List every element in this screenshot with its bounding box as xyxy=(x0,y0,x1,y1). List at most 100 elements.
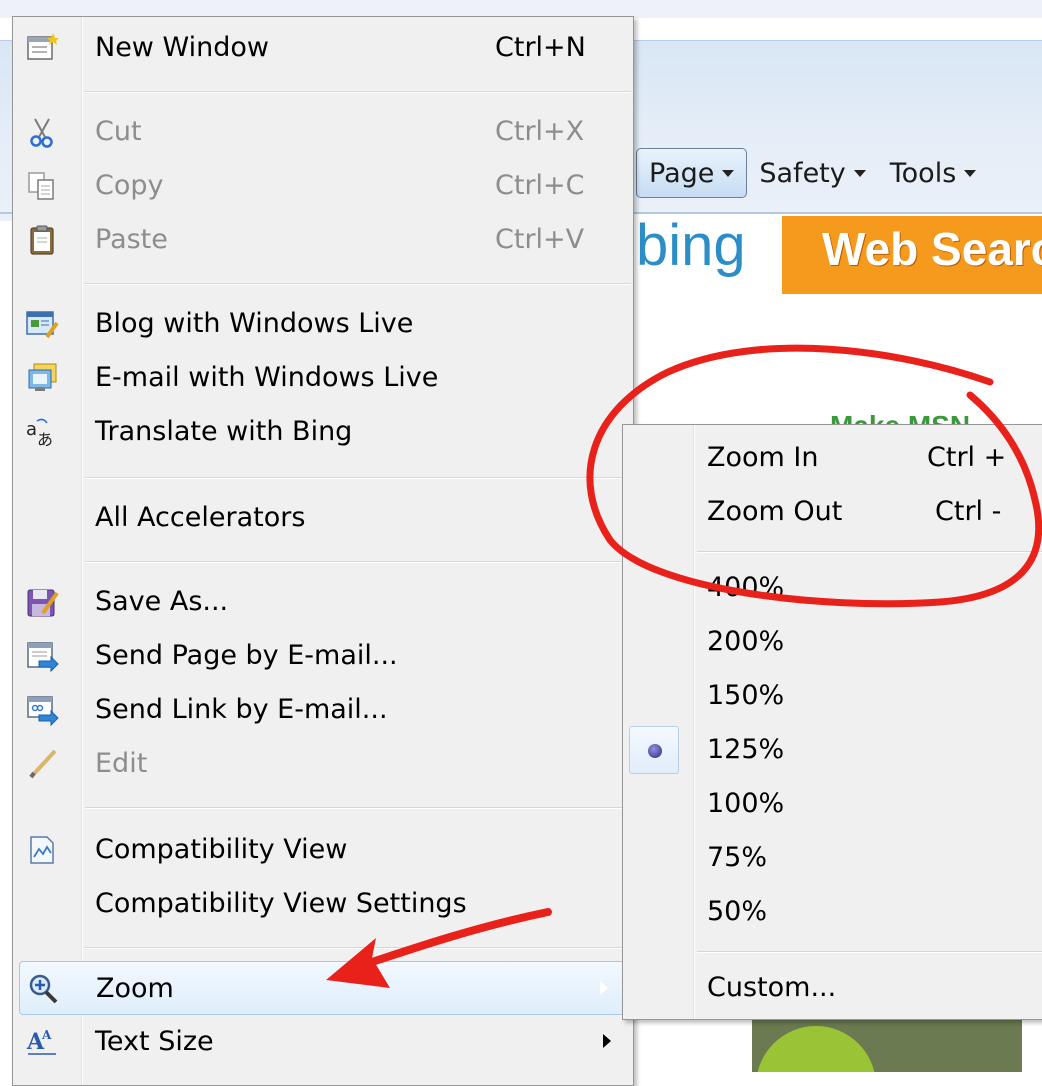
menu-item-label: Save As... xyxy=(95,586,229,617)
menu-item-save-as[interactable]: Save As... xyxy=(13,575,633,629)
menu-item-translate-bing[interactable]: a あ Translate with Bing xyxy=(13,405,633,459)
bing-logo[interactable]: bing xyxy=(632,216,784,294)
menu-item-label: New Window xyxy=(95,32,269,63)
menu-separator xyxy=(85,807,631,809)
menu-separator xyxy=(85,561,631,563)
menu-item-text-size[interactable]: A A Text Size xyxy=(13,1015,633,1069)
menu-item-label: Edit xyxy=(95,748,148,779)
menu-item-label: Compatibility View Settings xyxy=(95,888,467,919)
zoom-level-100[interactable]: 100% xyxy=(623,777,1042,831)
menu-item-shortcut: Ctrl+C xyxy=(495,170,585,201)
menu-separator xyxy=(85,283,631,285)
email-live-icon xyxy=(28,363,57,391)
clipboard-icon xyxy=(30,225,54,255)
menu-item-label: Translate with Bing xyxy=(95,416,353,447)
menu-item-cut[interactable]: Cut Ctrl+X xyxy=(13,105,633,159)
magnifier-zoom-icon xyxy=(29,974,58,1004)
menu-item-label: Zoom xyxy=(96,973,174,1004)
menu-item-edit[interactable]: Edit xyxy=(13,737,633,791)
send-page-icon xyxy=(27,642,59,673)
menu-item-new-window[interactable]: New Window Ctrl+N xyxy=(13,21,633,75)
zoom-out-item[interactable]: Zoom Out Ctrl - xyxy=(623,485,1042,539)
dropdown-caret-icon xyxy=(722,169,735,177)
menu-separator xyxy=(697,551,1042,553)
selected-radio-indicator xyxy=(629,726,679,774)
menu-item-zoom[interactable]: Zoom xyxy=(19,961,625,1015)
zoom-level-75[interactable]: 75% xyxy=(623,831,1042,885)
menu-item-paste[interactable]: Paste Ctrl+V xyxy=(13,213,633,267)
blog-icon xyxy=(26,311,59,339)
menu-item-label: 200% xyxy=(707,626,785,657)
menu-item-compatibility-view[interactable]: Compatibility View xyxy=(13,823,633,877)
menu-item-compatibility-view-settings[interactable]: Compatibility View Settings xyxy=(13,877,633,931)
radio-dot-icon xyxy=(648,744,662,758)
menu-item-label: 125% xyxy=(707,734,785,765)
tools-menu-label: Tools xyxy=(889,157,957,189)
zoom-level-125[interactable]: 125% xyxy=(623,723,1042,777)
menu-item-label: Cut xyxy=(95,116,142,147)
android-thumbnail[interactable] xyxy=(752,1020,1022,1072)
menu-item-send-link-email[interactable]: Send Link by E-mail... xyxy=(13,683,633,737)
svg-text:あ: あ xyxy=(37,430,53,449)
compatibility-view-icon xyxy=(30,836,54,864)
svg-text:a: a xyxy=(26,419,37,440)
menu-item-shortcut: Ctrl - xyxy=(935,496,1002,527)
menu-item-label: Send Link by E-mail... xyxy=(95,694,388,725)
zoom-level-150[interactable]: 150% xyxy=(623,669,1042,723)
menu-item-label: Text Size xyxy=(95,1026,214,1057)
menu-item-shortcut: Ctrl + xyxy=(927,442,1007,473)
menu-item-shortcut: Ctrl+V xyxy=(495,224,585,255)
menu-separator xyxy=(85,947,631,949)
menu-item-label: 100% xyxy=(707,788,785,819)
menu-item-label: Zoom In xyxy=(707,442,819,473)
zoom-submenu: Zoom In Ctrl + Zoom Out Ctrl - 400% 200%… xyxy=(622,424,1042,1020)
menu-item-label: Send Page by E-mail... xyxy=(95,640,398,671)
zoom-level-200[interactable]: 200% xyxy=(623,615,1042,669)
zoom-in-item[interactable]: Zoom In Ctrl + xyxy=(623,431,1042,485)
menu-item-all-accelerators[interactable]: All Accelerators xyxy=(13,491,633,545)
menu-item-label: Paste xyxy=(95,224,168,255)
banner-text: Web Search xyxy=(822,223,1042,275)
menu-item-copy[interactable]: Copy Ctrl+C xyxy=(13,159,633,213)
zoom-level-50[interactable]: 50% xyxy=(623,885,1042,939)
safety-menu-label: Safety xyxy=(759,157,846,189)
menu-item-label: All Accelerators xyxy=(95,502,306,533)
safety-menu-button[interactable]: Safety xyxy=(747,148,877,198)
web-search-banner: Web Search xyxy=(782,216,1042,294)
command-bar: Page Safety Tools xyxy=(636,144,988,202)
send-link-icon xyxy=(27,696,59,727)
dropdown-caret-icon xyxy=(964,169,977,177)
menu-item-email-windows-live[interactable]: E-mail with Windows Live xyxy=(13,351,633,405)
bing-logo-text: bing xyxy=(636,216,746,278)
menu-item-label: 400% xyxy=(707,572,785,603)
menu-item-label: Compatibility View xyxy=(95,834,348,865)
page-menu-button[interactable]: Page xyxy=(636,148,748,198)
android-logo-icon xyxy=(756,1026,876,1072)
zoom-custom-item[interactable]: Custom... xyxy=(623,961,1042,1015)
menu-item-label: E-mail with Windows Live xyxy=(95,362,439,393)
dropdown-caret-icon xyxy=(853,169,866,177)
menu-item-shortcut: Ctrl+N xyxy=(495,32,586,63)
copy-icon xyxy=(28,172,54,200)
menu-item-label: 150% xyxy=(707,680,785,711)
pencil-icon xyxy=(29,749,57,779)
menu-item-shortcut: Ctrl+X xyxy=(495,116,585,147)
tools-menu-button[interactable]: Tools xyxy=(878,148,989,198)
svg-text:A: A xyxy=(41,1028,52,1042)
menu-item-label: 75% xyxy=(707,842,768,873)
menu-separator xyxy=(85,91,631,93)
submenu-arrow-icon xyxy=(603,1034,611,1048)
scissors-icon xyxy=(30,118,53,148)
page-menu-label: Page xyxy=(649,157,715,189)
menu-item-blog-windows-live[interactable]: Blog with Windows Live xyxy=(13,297,633,351)
menu-item-label: Zoom Out xyxy=(707,496,843,527)
text-size-icon: A A xyxy=(26,1028,56,1055)
menu-item-send-page-email[interactable]: Send Page by E-mail... xyxy=(13,629,633,683)
new-window-icon xyxy=(27,33,59,60)
translate-icon: a あ xyxy=(26,418,53,449)
menu-item-label: Blog with Windows Live xyxy=(95,308,414,339)
menu-separator xyxy=(697,951,1042,953)
menu-item-label: Copy xyxy=(95,170,164,201)
page-dropdown-menu: New Window Ctrl+N Cut Ctrl+X Copy Ctrl+C xyxy=(12,16,634,1086)
zoom-level-400[interactable]: 400% xyxy=(623,561,1042,615)
